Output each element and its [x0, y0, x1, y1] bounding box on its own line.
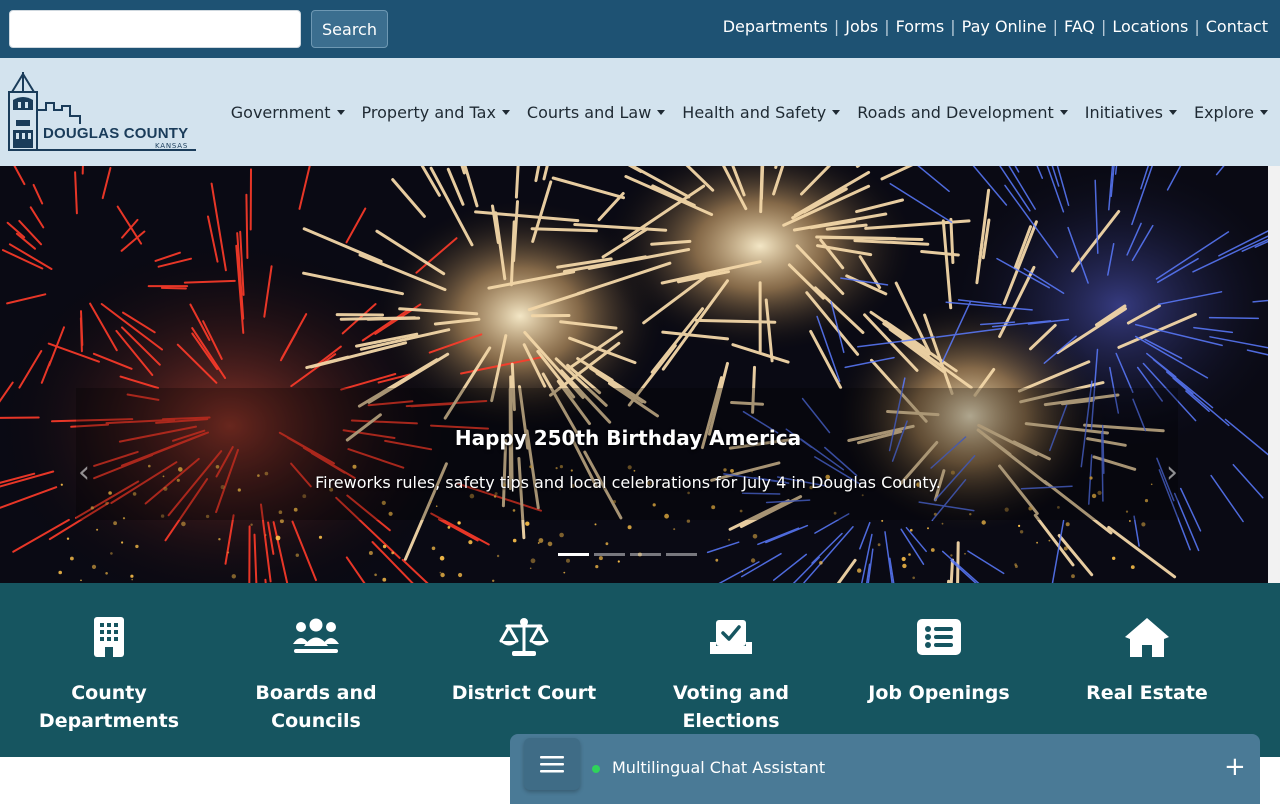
search-input[interactable] [9, 10, 301, 48]
caret-down-icon [1169, 110, 1177, 115]
quick-link-job-openings[interactable]: Job Openings [849, 615, 1029, 707]
home-icon [1124, 617, 1170, 657]
search-button[interactable]: Search [311, 10, 388, 48]
separator: | [1194, 17, 1199, 36]
hero-carousel: Happy 250th Birthday America Fireworks r… [0, 166, 1268, 583]
separator: | [834, 17, 839, 36]
quick-link-label: Boards andCouncils [226, 679, 406, 735]
nav-government[interactable]: Government [231, 103, 345, 122]
carousel-indicators [558, 553, 702, 556]
chat-title[interactable]: Multilingual Chat Assistant [612, 758, 825, 777]
hero-title[interactable]: Happy 250th Birthday America [0, 426, 1256, 450]
carousel-indicator-4[interactable] [666, 553, 697, 556]
utility-links: Departments | Jobs | Forms | Pay Online … [723, 14, 1268, 38]
nav-health-and-safety[interactable]: Health and Safety [682, 103, 840, 122]
page-scrollbar[interactable] [1268, 166, 1280, 583]
building-icon [93, 617, 125, 657]
separator: | [884, 17, 889, 36]
utility-link-contact[interactable]: Contact [1206, 17, 1268, 36]
caret-down-icon [502, 110, 510, 115]
nav-label: Government [231, 103, 331, 122]
logo-state: KANSAS [155, 142, 188, 150]
carousel-prev-icon[interactable]: ‹ [72, 458, 96, 490]
nav-label: Courts and Law [527, 103, 651, 122]
quick-link-real-estate[interactable]: Real Estate [1057, 615, 1237, 707]
quick-links-band: CountyDepartments Boards andCouncils [0, 583, 1280, 757]
nav-roads-and-development[interactable]: Roads and Development [857, 103, 1067, 122]
hero-caption-backdrop [76, 388, 1178, 520]
quick-link-county-departments[interactable]: CountyDepartments [19, 615, 199, 735]
quick-link-label: District Court [434, 679, 614, 707]
quick-link-label: Job Openings [849, 679, 1029, 707]
separator: | [1053, 17, 1058, 36]
hamburger-menu-icon [540, 755, 564, 773]
caret-down-icon [832, 110, 840, 115]
chat-menu-button[interactable] [524, 738, 580, 790]
main-nav: Government Property and Tax Courts and L… [214, 100, 1268, 124]
carousel-next-icon[interactable]: › [1160, 458, 1184, 490]
separator: | [1101, 17, 1106, 36]
nav-explore[interactable]: Explore [1194, 103, 1268, 122]
nav-label: Health and Safety [682, 103, 826, 122]
nav-initiatives[interactable]: Initiatives [1085, 103, 1177, 122]
scale-icon [499, 617, 549, 657]
hero-subtitle: Fireworks rules, safety tips and local c… [0, 473, 1256, 492]
utility-link-pay-online[interactable]: Pay Online [962, 17, 1047, 36]
douglas-county-logo[interactable]: DOUGLAS COUNTY KANSAS [6, 70, 202, 156]
caret-down-icon [337, 110, 345, 115]
quick-link-label: Voting andElections [641, 679, 821, 735]
ballot-icon [708, 618, 754, 656]
fireworks-image [0, 166, 1268, 583]
quick-link-district-court[interactable]: District Court [434, 615, 614, 707]
list-icon [917, 619, 961, 655]
chat-assistant-bar[interactable]: Multilingual Chat Assistant + [510, 734, 1260, 804]
nav-label: Roads and Development [857, 103, 1053, 122]
utility-link-jobs[interactable]: Jobs [845, 17, 878, 36]
caret-down-icon [657, 110, 665, 115]
utility-link-locations[interactable]: Locations [1112, 17, 1188, 36]
nav-label: Initiatives [1085, 103, 1163, 122]
separator: | [950, 17, 955, 36]
nav-label: Property and Tax [362, 103, 496, 122]
utility-link-forms[interactable]: Forms [896, 17, 945, 36]
expand-plus-icon[interactable]: + [1224, 754, 1246, 780]
quick-link-boards-and-councils[interactable]: Boards andCouncils [226, 615, 406, 735]
quick-link-voting-and-elections[interactable]: Voting andElections [641, 615, 821, 735]
carousel-indicator-2[interactable] [594, 553, 625, 556]
logo-name: DOUGLAS COUNTY [43, 125, 188, 142]
nav-courts-and-law[interactable]: Courts and Law [527, 103, 665, 122]
caret-down-icon [1060, 110, 1068, 115]
carousel-indicator-3[interactable] [630, 553, 661, 556]
quick-link-label: CountyDepartments [19, 679, 199, 735]
utility-link-faq[interactable]: FAQ [1064, 17, 1095, 36]
top-utility-bar: Search Departments | Jobs | Forms | Pay … [0, 0, 1280, 58]
quick-link-label: Real Estate [1057, 679, 1237, 707]
users-icon [292, 618, 340, 656]
online-status-dot [592, 765, 600, 773]
nav-property-and-tax[interactable]: Property and Tax [362, 103, 510, 122]
carousel-indicator-1[interactable] [558, 553, 589, 556]
caret-down-icon [1260, 110, 1268, 115]
utility-link-departments[interactable]: Departments [723, 17, 828, 36]
nav-label: Explore [1194, 103, 1254, 122]
site-header: DOUGLAS COUNTY KANSAS Government Propert… [0, 58, 1280, 166]
